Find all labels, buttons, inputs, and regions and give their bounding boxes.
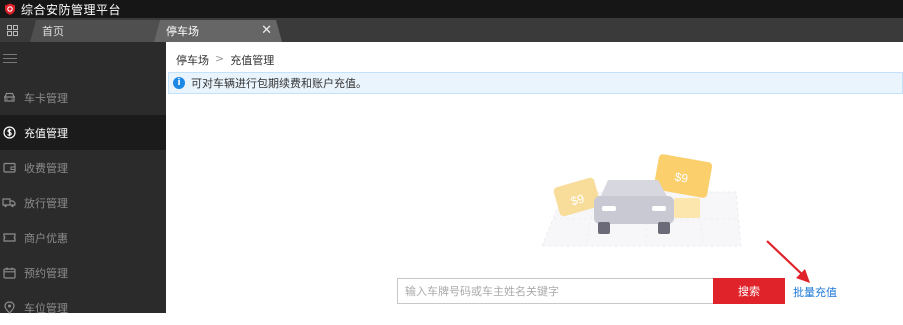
sidebar-item-reservation[interactable]: 预约管理	[0, 255, 166, 290]
dollar-icon	[2, 126, 16, 140]
ticket-icon	[2, 231, 16, 245]
tab-home-label: 首页	[42, 25, 64, 38]
sidebar: 车卡管理 充值管理 收费管理 放行管理 商户优惠 预约管理 车位管理	[0, 42, 166, 315]
sidebar-item-recharge[interactable]: 充值管理	[0, 115, 166, 150]
title-bar: 综合安防管理平台	[0, 0, 903, 18]
calendar-icon	[2, 266, 16, 280]
sidebar-item-label: 车位管理	[24, 301, 68, 315]
wallet-icon	[2, 161, 16, 175]
sidebar-item-label: 收费管理	[24, 161, 68, 175]
breadcrumb-current: 充值管理	[230, 54, 275, 67]
sidebar-item-label: 充值管理	[24, 126, 68, 140]
info-icon: i	[173, 77, 185, 89]
tab-home[interactable]: 首页	[30, 20, 160, 42]
coin-right-label: $9	[674, 170, 690, 186]
shield-logo-icon	[5, 3, 15, 15]
breadcrumb-separator: >	[215, 52, 225, 65]
sidebar-item-label: 预约管理	[24, 266, 68, 280]
batch-recharge-link[interactable]: 批量充值	[793, 284, 837, 300]
main-content: 停车场 > 充值管理 i 可对车辆进行包期续费和账户充值。 $9 $9 输入车牌…	[166, 42, 903, 313]
info-text: 可对车辆进行包期续费和账户充值。	[191, 77, 367, 90]
sidebar-item-label: 车卡管理	[24, 91, 68, 105]
red-arrow-annotation	[766, 240, 810, 283]
sidebar-item-label: 放行管理	[24, 196, 68, 210]
tab-parking-label: 停车场	[166, 25, 199, 38]
location-icon	[2, 301, 16, 315]
app-grid-icon[interactable]	[0, 18, 24, 42]
sidebar-item-vehicle-card[interactable]: 车卡管理	[0, 80, 166, 115]
search-input[interactable]	[397, 278, 713, 304]
app-title: 综合安防管理平台	[21, 2, 122, 17]
info-banner: i 可对车辆进行包期续费和账户充值。	[168, 72, 903, 94]
breadcrumb-root[interactable]: 停车场	[176, 52, 209, 68]
tab-bar: 首页 停车场 ✕	[0, 18, 903, 42]
sidebar-item-release[interactable]: 放行管理	[0, 185, 166, 220]
truck-icon	[2, 196, 16, 210]
sidebar-item-parking-space[interactable]: 车位管理	[0, 290, 166, 325]
tab-close-icon[interactable]: ✕	[261, 25, 272, 37]
recharge-illustration: $9 $9	[541, 154, 742, 247]
sidebar-item-label: 商户优惠	[24, 231, 68, 245]
tab-parking[interactable]: 停车场 ✕	[154, 20, 282, 42]
sidebar-item-charging[interactable]: 收费管理	[0, 150, 166, 185]
car-icon	[2, 91, 16, 105]
menu-collapse-icon[interactable]	[3, 54, 17, 66]
sidebar-item-merchant-discount[interactable]: 商户优惠	[0, 220, 166, 255]
breadcrumb: 停车场 > 充值管理	[176, 52, 274, 68]
